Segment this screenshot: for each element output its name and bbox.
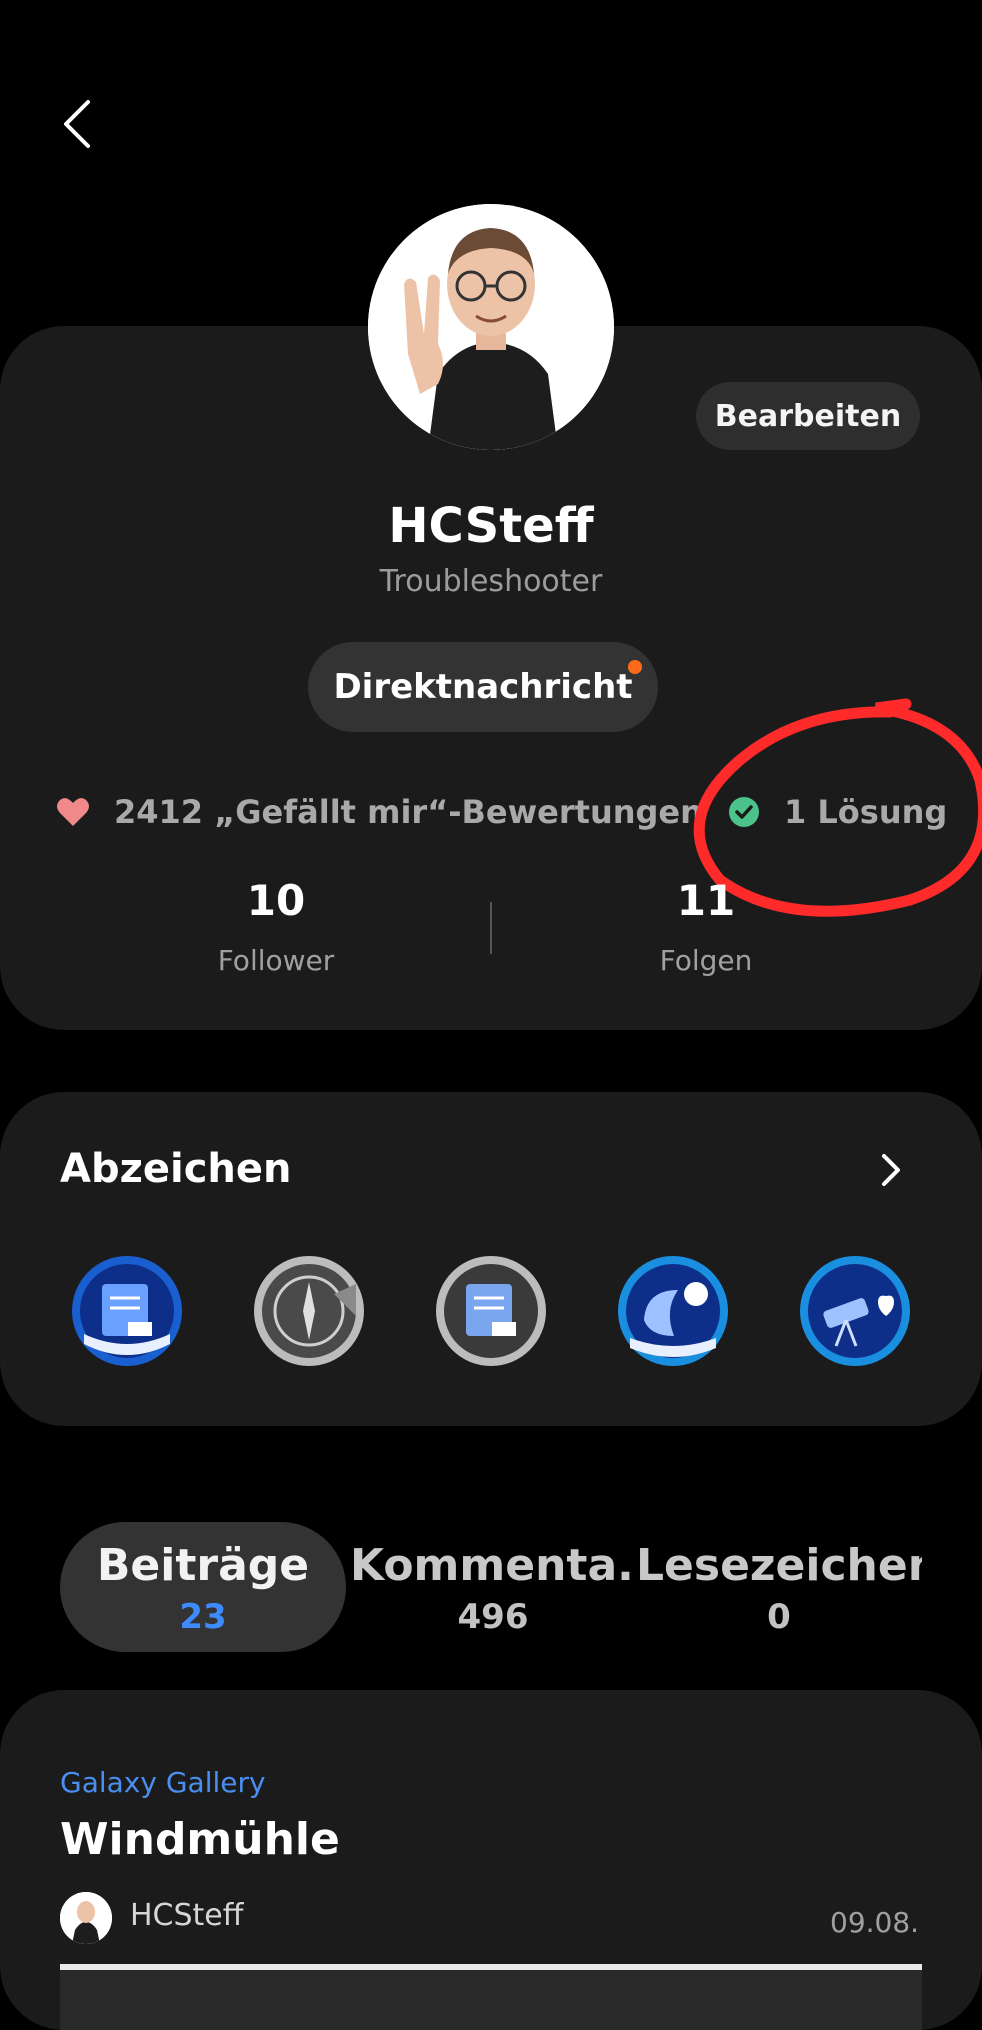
- tab-label: Kommenta...: [350, 1540, 636, 1591]
- back-button[interactable]: [56, 96, 104, 152]
- divider: [490, 902, 492, 954]
- chevron-left-icon: [64, 100, 90, 148]
- likes-count: 2412 „Gefällt mir“-Bewertungen: [114, 793, 703, 831]
- tab-label: Lesezeichen: [636, 1540, 922, 1591]
- telescope-badge-icon: [800, 1256, 910, 1366]
- edit-profile-button[interactable]: Bearbeiten: [696, 382, 920, 450]
- clipboard-badge-icon: [72, 1256, 182, 1366]
- notification-dot: [628, 660, 642, 674]
- tab-count: 23: [179, 1597, 227, 1637]
- badge-explorer[interactable]: [434, 1254, 548, 1368]
- content-tabs: Beiträge 23 Kommenta... 496 Lesezeichen …: [60, 1522, 922, 1652]
- user-role: Troubleshooter: [379, 564, 603, 599]
- check-circle-icon: [728, 788, 760, 836]
- direct-message-button[interactable]: Direktnachricht: [308, 642, 658, 732]
- badge-solution-generator[interactable]: [252, 1254, 366, 1368]
- tab-bookmarks[interactable]: Lesezeichen 0: [636, 1522, 922, 1652]
- badges-title[interactable]: Abzeichen: [60, 1146, 292, 1192]
- avatar[interactable]: [368, 204, 614, 450]
- following-label[interactable]: Folgen: [606, 944, 806, 977]
- satellite-dish-badge-icon: [618, 1256, 728, 1366]
- compass-badge-icon: [254, 1256, 364, 1366]
- followers-label[interactable]: Follower: [176, 944, 376, 977]
- badge-astronomer[interactable]: [798, 1254, 912, 1368]
- post-title[interactable]: Windmühle: [60, 1814, 340, 1865]
- chevron-right-icon[interactable]: [872, 1150, 908, 1190]
- tab-count: 0: [767, 1597, 791, 1637]
- tab-label: Beiträge: [96, 1540, 310, 1591]
- heart-icon: [56, 788, 90, 836]
- tab-posts[interactable]: Beiträge 23: [60, 1522, 346, 1652]
- solutions-count: 1 Lösung: [784, 793, 948, 831]
- avatar-image: [368, 204, 614, 450]
- username: HCSteff: [388, 498, 594, 554]
- followers-count[interactable]: 10: [176, 876, 376, 925]
- post-date: 09.08.: [830, 1906, 920, 1939]
- post-author[interactable]: HCSteff: [130, 1898, 243, 1933]
- clipboard-badge-icon: [436, 1256, 546, 1366]
- post-author-avatar: [60, 1892, 112, 1944]
- following-count[interactable]: 11: [606, 876, 806, 925]
- post-category[interactable]: Galaxy Gallery: [60, 1766, 266, 1799]
- tab-count: 496: [457, 1597, 529, 1637]
- post-image[interactable]: [60, 1964, 922, 2030]
- badge-sojourner[interactable]: [70, 1254, 184, 1368]
- tab-comments[interactable]: Kommenta... 496: [350, 1522, 636, 1652]
- badge-supervisor[interactable]: [616, 1254, 730, 1368]
